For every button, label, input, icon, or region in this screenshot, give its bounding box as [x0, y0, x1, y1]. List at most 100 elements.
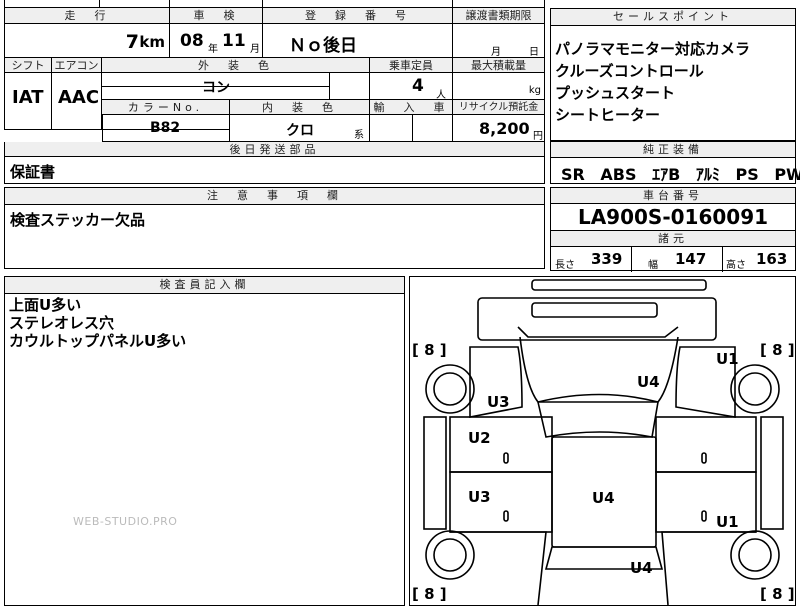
shift-value: IAT: [12, 87, 44, 108]
door-handle: [503, 452, 509, 464]
equipment-header: 純正装備: [551, 142, 795, 158]
capacity-cell: 4 人: [370, 73, 453, 101]
notes-value: 検査ステッカー欠品: [10, 211, 146, 229]
vehicle-info-table: 走 行 車 検 登 録 番 号 譲渡書類期限 7 km 08 年 11 月 Ｎｏ…: [4, 0, 545, 184]
front-bumper-top: [531, 279, 707, 291]
damage-code-roof: U4: [592, 489, 615, 507]
spec-length-label: 長さ: [555, 260, 575, 271]
sales-point-item: プッシュスタート: [555, 84, 676, 102]
spec-height: 高さ 163: [722, 247, 795, 272]
row-fill: [102, 115, 103, 142]
damage-code-right-rear-door: U1: [716, 513, 739, 531]
left-rear-fender: [450, 531, 547, 605]
equipment-item: PS: [735, 165, 759, 184]
transfer-header: 譲渡書類期限: [453, 8, 545, 24]
right-front-door: [655, 416, 757, 473]
later-parts-cell: 保証書: [4, 157, 545, 184]
spec-width: 幅 147: [631, 247, 723, 272]
right-rear-door: [655, 471, 757, 533]
cut-top-cell: [100, 0, 170, 8]
damage-code-right-front: U1: [716, 350, 739, 368]
later-parts-header: 後日発送部品: [4, 142, 545, 157]
damage-code-left-fender: U3: [487, 393, 510, 411]
import-cell-a: [370, 115, 413, 142]
exterior-cell-b: コン: [102, 73, 330, 100]
interior-header: 内 装 色: [230, 100, 370, 115]
front-bumper: [477, 297, 717, 341]
recycle-unit: 円: [533, 131, 543, 142]
aircon-value: AAC: [58, 87, 100, 108]
sales-point-item: シートヒーター: [555, 106, 661, 124]
windshield: [537, 393, 659, 438]
transfer-cell: 月 日: [453, 24, 545, 58]
color-no-value: B82: [150, 120, 181, 136]
shift-cell: IAT: [4, 73, 52, 130]
import-cell-b: [413, 115, 453, 142]
inspection-cell: 08 年 11 月: [170, 24, 263, 58]
cut-top-cell: [4, 0, 100, 8]
recycle-value: 8,200: [479, 119, 530, 138]
spec-height-value: 163: [756, 250, 788, 268]
max-load-unit: kg: [528, 85, 541, 96]
capacity-value: 4: [412, 76, 424, 96]
inspector-line: ステレオレス穴: [9, 314, 115, 332]
tire-mark-front-right: [ 8 ]: [760, 341, 795, 359]
right-side-sill: [760, 416, 784, 530]
chassis-header: 車台番号: [551, 188, 795, 204]
inspection-month: 11: [222, 31, 246, 51]
door-handle: [701, 452, 707, 464]
later-parts-value: 保証書: [10, 163, 56, 181]
max-load-cell: kg: [453, 73, 545, 100]
equipment-item: PW: [774, 165, 800, 184]
sales-points-header: セールスポイント: [551, 9, 795, 26]
interior-value: クロ: [286, 123, 314, 139]
mileage-value: 7: [125, 31, 139, 53]
hood-outline: [517, 326, 679, 338]
sales-points-box: セールスポイント パノラマモニター対応カメラ クルーズコントロール プッシュスタ…: [550, 8, 796, 141]
sales-point-item: パノラマモニター対応カメラ: [555, 40, 751, 58]
max-load-header: 最大積載量: [453, 58, 545, 73]
aircon-header: エアコン: [52, 58, 102, 73]
left-rear-door: [449, 471, 553, 533]
capacity-header: 乗車定員: [370, 58, 453, 73]
right-rear-fender: [661, 531, 756, 605]
spec-length: 長さ 339: [551, 247, 632, 272]
tire-mark-rear-left: [ 8 ]: [412, 585, 447, 603]
registration-cell: Ｎｏ後日: [263, 24, 453, 58]
inspector-box: 検査員記入欄 上面U多い ステレオレス穴 カウルトップパネルU多い WEB-ST…: [4, 276, 405, 606]
watermark: WEB-STUDIO.PRO: [73, 515, 178, 528]
inspection-header: 車 検: [170, 8, 263, 24]
equipment-item: ABS: [600, 165, 637, 184]
equipment-item: ｱﾙﾐ: [695, 165, 720, 184]
equipment-list: SR ABS ｴｱB ｱﾙﾐ PS PW: [551, 158, 800, 185]
exterior-header: 外 装 色: [102, 58, 370, 73]
spec-length-value: 339: [591, 250, 623, 268]
import-header: 輸 入 車: [370, 100, 453, 115]
damage-code-rear: U4: [630, 559, 653, 577]
inspector-header: 検査員記入欄: [5, 277, 404, 294]
specs-header: 諸元: [551, 231, 795, 247]
left-front-door: [449, 416, 553, 473]
spec-height-label: 高さ: [726, 260, 746, 271]
color-no-cell-b: B82: [102, 115, 230, 142]
transfer-month: 月: [491, 47, 501, 58]
vehicle-diagram-box: [ 8 ] [ 8 ] [ 8 ] [ 8 ] U4 U1 U3 U2 U3 U…: [409, 276, 796, 606]
cut-top-cell: [170, 0, 263, 8]
equipment-item: ｴｱB: [652, 165, 681, 184]
cut-top-cell: [453, 0, 545, 8]
chassis-value: LA900S-0160091: [551, 204, 795, 231]
damage-code-hood: U4: [637, 373, 660, 391]
mileage-cell: 7 km: [4, 24, 170, 58]
transfer-day: 日: [529, 47, 539, 58]
left-side-sill: [423, 416, 447, 530]
color-no-header: カラーNo.: [102, 100, 230, 115]
cut-top-cell: [263, 0, 453, 8]
equipment-box: 純正装備 SR ABS ｴｱB ｱﾙﾐ PS PW: [550, 141, 800, 185]
front-bumper-inner: [531, 302, 658, 318]
inspector-line: 上面U多い: [9, 296, 82, 314]
tire-front-right-inner: [738, 372, 772, 406]
tire-mark-front-left: [ 8 ]: [412, 341, 447, 359]
recycle-cell: 8,200 円: [453, 115, 545, 142]
door-handle: [503, 510, 509, 522]
sales-point-item: クルーズコントロール: [555, 62, 704, 80]
